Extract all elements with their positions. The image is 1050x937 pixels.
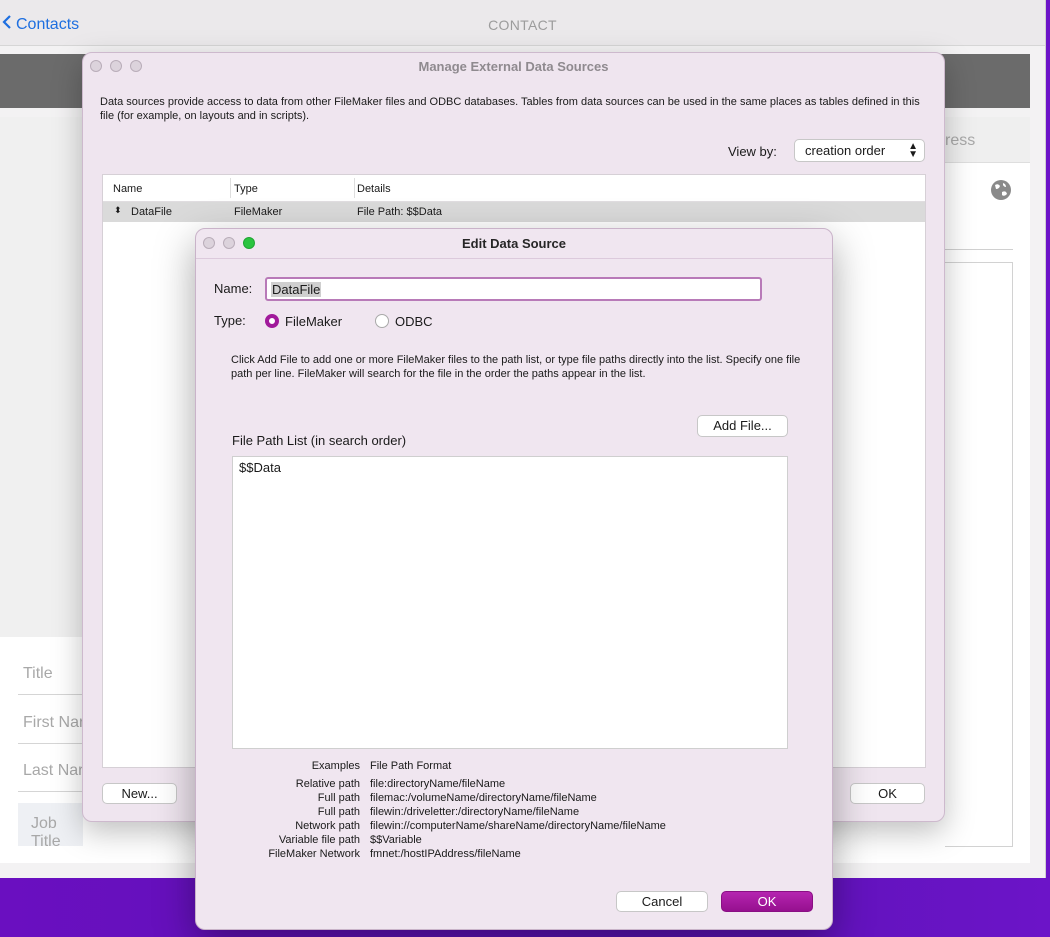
new-button[interactable]: New... [102,783,177,804]
table-row[interactable]: ⬍ DataFile FileMaker File Path: $$Data [103,202,925,222]
dialog-titlebar: Edit Data Source [196,229,832,259]
view-by-value: creation order [805,143,886,158]
name-input-value: DataFile [271,282,322,297]
drag-handle-icon[interactable]: ⬍ [114,205,122,216]
side-panel [0,117,83,637]
example-format: filewin:/driveletter:/directoryName/file… [370,806,580,818]
ok-button[interactable]: OK [721,891,813,912]
example-label: Relative path [295,778,360,790]
app-title: CONTACT [488,17,557,33]
divider [230,178,231,198]
example-format: filewin://computerName/shareName/directo… [370,820,666,832]
column-header-type[interactable]: Type [234,183,258,195]
examples-header: Examples [311,760,360,772]
address-tab[interactable]: ress [945,117,1030,163]
filemaker-radio-label[interactable]: FileMaker [285,314,342,329]
divider [354,178,355,198]
file-path-entry: $$Data [239,460,281,475]
example-format: filemac:/volumeName/directoryName/fileNa… [370,792,597,804]
window-title: Manage External Data Sources [418,59,609,74]
job-title-label: Job Title [31,815,61,850]
globe-icon[interactable] [990,179,1012,201]
path-list-label: File Path List (in search order) [232,433,407,448]
column-header-details[interactable]: Details [357,183,391,195]
app-topbar: Contacts CONTACT [0,0,1045,46]
column-header-name[interactable]: Name [113,183,142,195]
filemaker-radio[interactable] [265,314,279,328]
divider [18,694,83,695]
table-header: Name Type Details [103,175,925,202]
divider [18,743,83,744]
cancel-button[interactable]: Cancel [616,891,708,912]
odbc-radio[interactable] [375,314,389,328]
example-label: Full path [317,806,360,818]
view-by-label: View by: [728,144,777,159]
example-format: file:directoryName/fileName [370,778,506,790]
example-format: $$Variable [370,834,422,846]
format-header: File Path Format [370,760,452,772]
add-file-button[interactable]: Add File... [697,415,788,437]
example-label: FileMaker Network [268,848,360,860]
divider [945,249,1013,250]
example-format: fmnet:/hostIPAddress/fileName [370,848,521,860]
chevron-updown-icon: ▲ ▼ [908,141,918,160]
row-details: File Path: $$Data [357,206,442,218]
title-field[interactable]: Title [23,665,53,683]
last-name-field[interactable]: Last Nar [23,762,83,780]
ok-button[interactable]: OK [850,783,925,804]
description-text: Data sources provide access to data from… [100,96,920,122]
dialog-title: Edit Data Source [461,236,567,251]
help-text: Click Add File to add one or more FileMa… [231,354,801,380]
name-label: Name: [214,281,253,296]
example-label: Full path [317,792,360,804]
edit-data-source-dialog: Edit Data Source Name: DataFile Type: Fi… [195,228,833,930]
view-by-select[interactable]: creation order ▲ ▼ [794,139,925,162]
odbc-radio-label[interactable]: ODBC [395,314,433,329]
notes-box[interactable] [945,262,1013,847]
example-label: Network path [295,820,360,832]
row-type: FileMaker [234,206,283,218]
job-title-field[interactable]: Job Title [18,803,83,850]
divider [18,791,83,792]
example-label: Variable file path [278,834,360,846]
file-path-list[interactable]: $$Data [232,456,788,749]
first-name-field[interactable]: First Nar [23,714,84,732]
row-name: DataFile [131,206,172,218]
type-label: Type: [214,313,246,328]
name-input[interactable]: DataFile [265,277,762,301]
